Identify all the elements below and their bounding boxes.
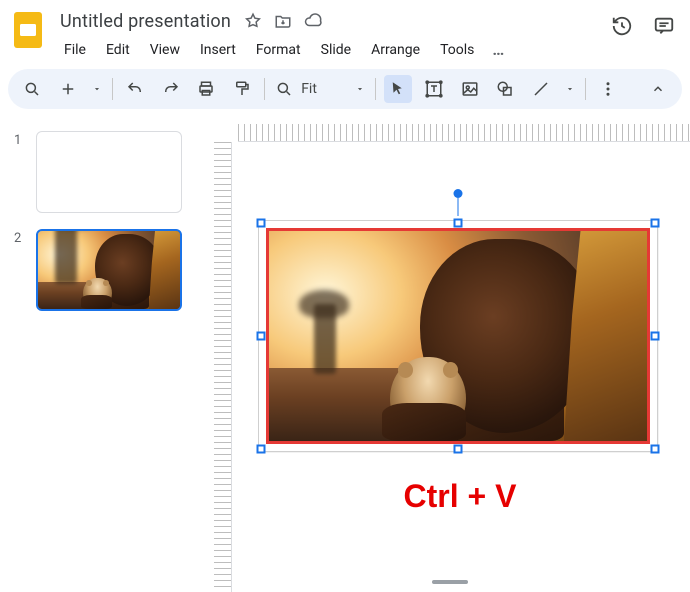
print-button[interactable] — [192, 75, 220, 103]
line-dropdown-icon[interactable] — [563, 75, 577, 103]
rotate-handle[interactable] — [454, 189, 463, 216]
thumbnail-panel: 1 2 — [0, 119, 210, 592]
slide-canvas[interactable] — [258, 220, 658, 452]
move-to-folder-icon[interactable] — [273, 11, 293, 31]
menu-tools[interactable]: Tools — [432, 38, 482, 62]
menu-bar: File Edit View Insert Format Slide Arran… — [56, 36, 602, 63]
resize-handle-bottom-mid[interactable] — [454, 445, 463, 454]
redo-button[interactable] — [157, 75, 185, 103]
selected-image[interactable] — [266, 228, 650, 444]
menu-file[interactable]: File — [56, 38, 94, 62]
shortcut-annotation: Ctrl + V — [250, 478, 670, 515]
zoom-control[interactable]: Fit — [273, 80, 367, 98]
toolbar-divider — [375, 78, 376, 100]
line-button[interactable] — [527, 75, 555, 103]
resize-handle-mid-left[interactable] — [257, 332, 266, 341]
thumb-number: 1 — [14, 131, 26, 213]
toolbar-divider — [264, 78, 265, 100]
zoom-icon — [275, 80, 293, 98]
speaker-notes-handle[interactable] — [432, 580, 468, 584]
paint-format-button[interactable] — [228, 75, 256, 103]
resize-handle-top-right[interactable] — [651, 219, 660, 228]
insert-image-button[interactable] — [456, 75, 484, 103]
resize-handle-top-left[interactable] — [257, 219, 266, 228]
canvas-area[interactable]: Ctrl + V — [210, 119, 690, 592]
horizontal-ruler — [210, 124, 690, 142]
zoom-label: Fit — [301, 81, 317, 97]
comments-icon[interactable] — [652, 14, 676, 38]
toolbar-divider — [585, 78, 586, 100]
star-outline-icon[interactable] — [243, 11, 263, 31]
menu-slide[interactable]: Slide — [313, 38, 359, 62]
toolbar-divider — [112, 78, 113, 100]
menu-edit[interactable]: Edit — [98, 38, 138, 62]
collapse-toolbar-button[interactable] — [644, 75, 672, 103]
resize-handle-bottom-right[interactable] — [651, 445, 660, 454]
new-slide-dropdown-icon[interactable] — [90, 75, 104, 103]
slides-logo[interactable] — [8, 10, 48, 50]
vertical-ruler — [214, 142, 232, 592]
menu-format[interactable]: Format — [248, 38, 309, 62]
slide-thumbnail-2[interactable] — [36, 229, 182, 311]
new-slide-button[interactable] — [54, 75, 82, 103]
menu-insert[interactable]: Insert — [192, 38, 244, 62]
chevron-down-icon — [355, 84, 365, 94]
shape-button[interactable] — [492, 75, 520, 103]
cloud-done-icon[interactable] — [303, 11, 323, 31]
select-tool-button[interactable] — [384, 75, 412, 103]
resize-handle-bottom-left[interactable] — [257, 445, 266, 454]
menu-arrange[interactable]: Arrange — [363, 38, 428, 62]
menu-overflow[interactable]: … — [486, 36, 510, 63]
toolbar: Fit — [8, 69, 682, 109]
text-box-button[interactable] — [420, 75, 448, 103]
menu-view[interactable]: View — [142, 38, 188, 62]
slide-image-content — [269, 231, 647, 441]
history-icon[interactable] — [610, 14, 634, 38]
slide-thumbnail-1[interactable] — [36, 131, 182, 213]
undo-button[interactable] — [121, 75, 149, 103]
more-vert-icon[interactable] — [594, 75, 622, 103]
document-title[interactable]: Untitled presentation — [56, 11, 235, 32]
thumb-number: 2 — [14, 229, 26, 311]
search-icon[interactable] — [18, 75, 46, 103]
resize-handle-top-mid[interactable] — [454, 219, 463, 228]
resize-handle-mid-right[interactable] — [651, 332, 660, 341]
